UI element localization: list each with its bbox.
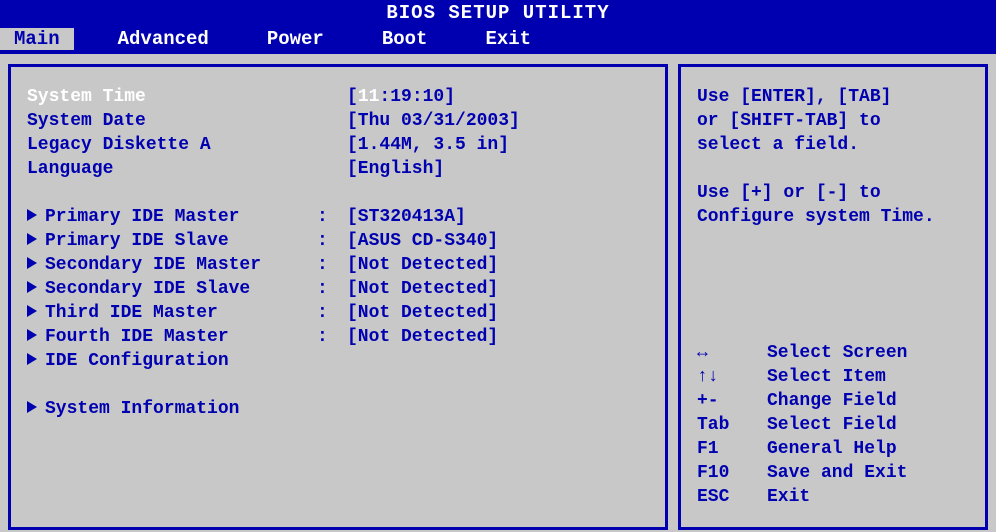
submenu-arrow-icon [27, 401, 37, 413]
content-area: System Time [11:19:10] System Date [Thu … [0, 54, 996, 530]
third-ide-master-value: [Not Detected] [347, 301, 498, 325]
field-language[interactable]: Language [English] [27, 157, 649, 181]
fourth-ide-master-value: [Not Detected] [347, 325, 498, 349]
title-bar: BIOS SETUP UTILITY [0, 0, 996, 26]
field-ide-configuration[interactable]: IDE Configuration [27, 349, 649, 373]
legacy-diskette-label: Legacy Diskette A [27, 133, 317, 157]
legacy-diskette-value[interactable]: [1.44M, 3.5 in] [347, 133, 509, 157]
submenu-arrow-icon [27, 329, 37, 341]
system-time-label: System Time [27, 85, 317, 109]
field-system-information[interactable]: System Information [27, 397, 649, 421]
menu-power[interactable]: Power [253, 28, 338, 50]
system-date-value[interactable]: [Thu 03/31/2003] [347, 109, 520, 133]
field-system-time[interactable]: System Time [11:19:10] [27, 85, 649, 109]
nav-select-item: ↑↓Select Item [697, 365, 969, 389]
secondary-ide-master-value: [Not Detected] [347, 253, 498, 277]
help-text: Use [ENTER], [TAB] or [SHIFT-TAB] to sel… [697, 85, 969, 229]
submenu-arrow-icon [27, 305, 37, 317]
primary-ide-slave-value: [ASUS CD-S340] [347, 229, 498, 253]
system-date-label: System Date [27, 109, 317, 133]
nav-select-screen: ↔Select Screen [697, 341, 969, 365]
system-time-value[interactable]: [11:19:10] [347, 85, 455, 109]
field-fourth-ide-master[interactable]: Fourth IDE Master : [Not Detected] [27, 325, 649, 349]
nav-change-field: +-Change Field [697, 389, 969, 413]
menu-bar: Main Advanced Power Boot Exit [0, 26, 996, 54]
nav-help: ↔Select Screen ↑↓Select Item +-Change Fi… [697, 341, 969, 509]
menu-main[interactable]: Main [0, 28, 74, 50]
field-secondary-ide-master[interactable]: Secondary IDE Master : [Not Detected] [27, 253, 649, 277]
field-third-ide-master[interactable]: Third IDE Master : [Not Detected] [27, 301, 649, 325]
submenu-arrow-icon [27, 353, 37, 365]
language-label: Language [27, 157, 317, 181]
nav-select-field: TabSelect Field [697, 413, 969, 437]
language-value[interactable]: [English] [347, 157, 444, 181]
nav-general-help: F1General Help [697, 437, 969, 461]
menu-advanced[interactable]: Advanced [104, 28, 223, 50]
nav-exit: ESCExit [697, 485, 969, 509]
field-primary-ide-master[interactable]: Primary IDE Master : [ST320413A] [27, 205, 649, 229]
submenu-arrow-icon [27, 257, 37, 269]
help-panel: Use [ENTER], [TAB] or [SHIFT-TAB] to sel… [678, 64, 988, 530]
submenu-arrow-icon [27, 209, 37, 221]
field-system-date[interactable]: System Date [Thu 03/31/2003] [27, 109, 649, 133]
main-panel: System Time [11:19:10] System Date [Thu … [8, 64, 668, 530]
submenu-arrow-icon [27, 233, 37, 245]
nav-save-exit: F10Save and Exit [697, 461, 969, 485]
field-secondary-ide-slave[interactable]: Secondary IDE Slave : [Not Detected] [27, 277, 649, 301]
submenu-arrow-icon [27, 281, 37, 293]
secondary-ide-slave-value: [Not Detected] [347, 277, 498, 301]
field-primary-ide-slave[interactable]: Primary IDE Slave : [ASUS CD-S340] [27, 229, 649, 253]
primary-ide-master-value: [ST320413A] [347, 205, 466, 229]
menu-boot[interactable]: Boot [368, 28, 442, 50]
menu-exit[interactable]: Exit [471, 28, 545, 50]
field-legacy-diskette[interactable]: Legacy Diskette A [1.44M, 3.5 in] [27, 133, 649, 157]
